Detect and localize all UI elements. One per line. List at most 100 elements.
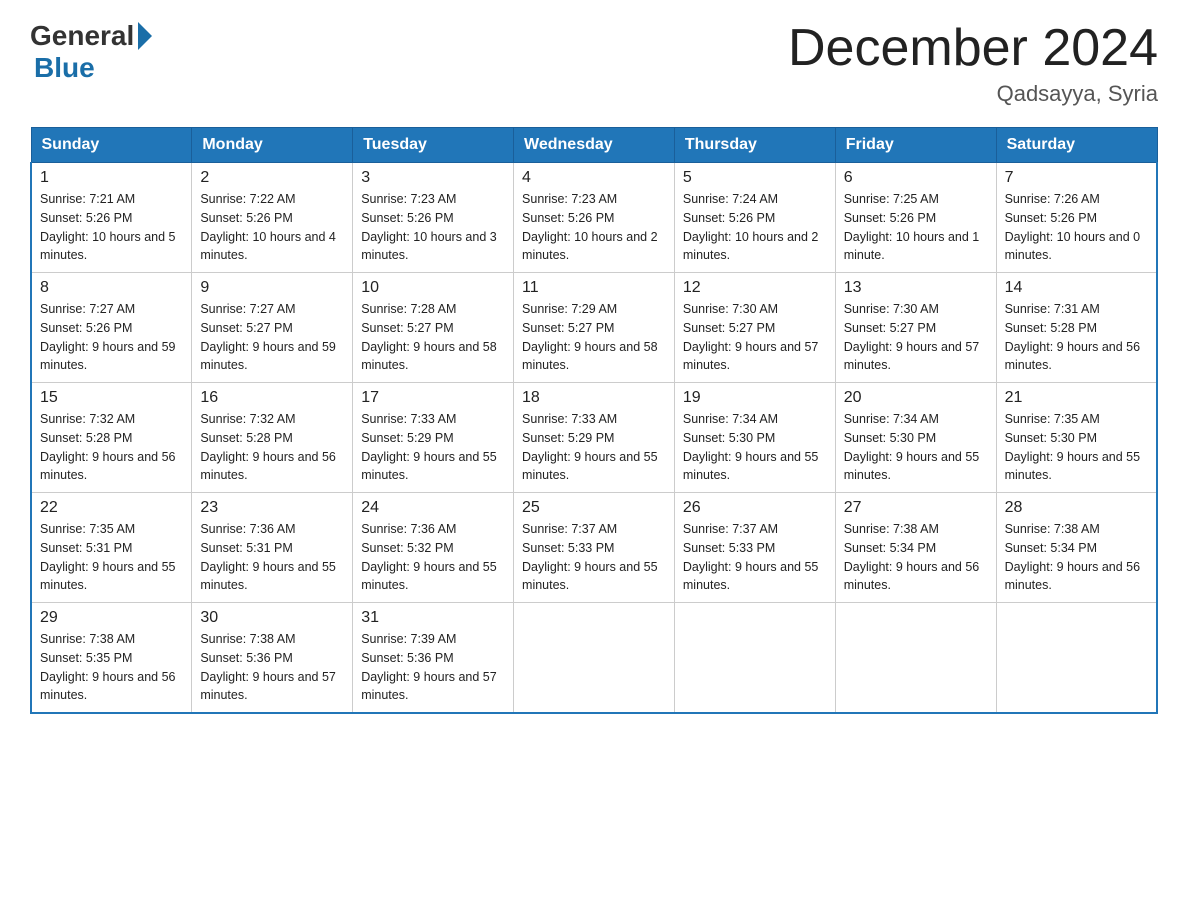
day-header-tuesday: Tuesday [353, 128, 514, 163]
day-header-saturday: Saturday [996, 128, 1157, 163]
week-row-5: 29Sunrise: 7:38 AMSunset: 5:35 PMDayligh… [31, 603, 1157, 713]
calendar-cell: 20Sunrise: 7:34 AMSunset: 5:30 PMDayligh… [835, 383, 996, 493]
day-info: Sunrise: 7:36 AMSunset: 5:32 PMDaylight:… [361, 520, 505, 595]
day-number: 22 [40, 499, 183, 517]
calendar-cell: 29Sunrise: 7:38 AMSunset: 5:35 PMDayligh… [31, 603, 192, 713]
calendar-cell: 22 Sunrise: 7:35 AMSunset: 5:31 PMDayligh… [31, 493, 192, 603]
calendar-cell: 7 Sunrise: 7:26 AMSunset: 5:26 PMDaylight… [996, 163, 1157, 273]
day-header-wednesday: Wednesday [514, 128, 675, 163]
day-info: Sunrise: 7:38 AMSunset: 5:34 PMDaylight:… [844, 520, 988, 595]
calendar-cell: 13 Sunrise: 7:30 AMSunset: 5:27 PMDayligh… [835, 273, 996, 383]
day-info: Sunrise: 7:24 AMSunset: 5:26 PMDaylight:… [683, 190, 827, 265]
day-info: Sunrise: 7:30 AMSunset: 5:27 PMDaylight:… [683, 300, 827, 375]
location-label: Qadsayya, Syria [788, 81, 1158, 107]
day-info: Sunrise: 7:38 AMSunset: 5:34 PMDaylight:… [1005, 520, 1148, 595]
day-number: 26 [683, 499, 827, 517]
day-info: Sunrise: 7:30 AMSunset: 5:27 PMDaylight:… [844, 300, 988, 375]
calendar-cell: 12 Sunrise: 7:30 AMSunset: 5:27 PMDayligh… [674, 273, 835, 383]
calendar-cell: 24 Sunrise: 7:36 AMSunset: 5:32 PMDayligh… [353, 493, 514, 603]
day-header-friday: Friday [835, 128, 996, 163]
day-number: 25 [522, 499, 666, 517]
calendar-cell [514, 603, 675, 713]
day-number: 20 [844, 389, 988, 407]
day-header-monday: Monday [192, 128, 353, 163]
day-info: Sunrise: 7:35 AMSunset: 5:31 PMDaylight:… [40, 520, 183, 595]
day-number: 28 [1005, 499, 1148, 517]
calendar-cell: 5 Sunrise: 7:24 AMSunset: 5:26 PMDaylight… [674, 163, 835, 273]
day-number: 21 [1005, 389, 1148, 407]
month-title: December 2024 [788, 20, 1158, 77]
calendar-cell: 2Sunrise: 7:22 AMSunset: 5:26 PMDaylight… [192, 163, 353, 273]
day-number: 18 [522, 389, 666, 407]
logo-general-text: General [30, 20, 134, 52]
day-info: Sunrise: 7:34 AMSunset: 5:30 PMDaylight:… [683, 410, 827, 485]
day-number: 29 [40, 609, 183, 627]
calendar-body: 1Sunrise: 7:21 AMSunset: 5:26 PMDaylight… [31, 163, 1157, 713]
calendar-cell: 10Sunrise: 7:28 AMSunset: 5:27 PMDayligh… [353, 273, 514, 383]
calendar-cell: 18 Sunrise: 7:33 AMSunset: 5:29 PMDayligh… [514, 383, 675, 493]
calendar-header: SundayMondayTuesdayWednesdayThursdayFrid… [31, 128, 1157, 163]
calendar-cell: 15Sunrise: 7:32 AMSunset: 5:28 PMDayligh… [31, 383, 192, 493]
day-number: 19 [683, 389, 827, 407]
calendar-cell: 14Sunrise: 7:31 AMSunset: 5:28 PMDayligh… [996, 273, 1157, 383]
day-header-thursday: Thursday [674, 128, 835, 163]
day-number: 12 [683, 279, 827, 297]
day-info: Sunrise: 7:37 AMSunset: 5:33 PMDaylight:… [522, 520, 666, 595]
day-info: Sunrise: 7:26 AMSunset: 5:26 PMDaylight:… [1005, 190, 1148, 265]
day-header-row: SundayMondayTuesdayWednesdayThursdayFrid… [31, 128, 1157, 163]
day-number: 27 [844, 499, 988, 517]
calendar-table: SundayMondayTuesdayWednesdayThursdayFrid… [30, 127, 1158, 714]
day-info: Sunrise: 7:35 AMSunset: 5:30 PMDaylight:… [1005, 410, 1148, 485]
day-info: Sunrise: 7:25 AMSunset: 5:26 PMDaylight:… [844, 190, 988, 265]
calendar-cell: 26 Sunrise: 7:37 AMSunset: 5:33 PMDayligh… [674, 493, 835, 603]
day-number: 8 [40, 279, 183, 297]
day-info: Sunrise: 7:32 AMSunset: 5:28 PMDaylight:… [200, 410, 344, 485]
title-section: December 2024 Qadsayya, Syria [788, 20, 1158, 107]
day-info: Sunrise: 7:37 AMSunset: 5:33 PMDaylight:… [683, 520, 827, 595]
calendar-cell: 9 Sunrise: 7:27 AMSunset: 5:27 PMDaylight… [192, 273, 353, 383]
day-number: 1 [40, 169, 183, 187]
logo-blue-text: Blue [34, 52, 95, 84]
day-info: Sunrise: 7:29 AMSunset: 5:27 PMDaylight:… [522, 300, 666, 375]
page-header: General Blue December 2024 Qadsayya, Syr… [30, 20, 1158, 107]
week-row-1: 1Sunrise: 7:21 AMSunset: 5:26 PMDaylight… [31, 163, 1157, 273]
calendar-cell: 19 Sunrise: 7:34 AMSunset: 5:30 PMDayligh… [674, 383, 835, 493]
calendar-cell: 1Sunrise: 7:21 AMSunset: 5:26 PMDaylight… [31, 163, 192, 273]
day-info: Sunrise: 7:36 AMSunset: 5:31 PMDaylight:… [200, 520, 344, 595]
day-info: Sunrise: 7:27 AMSunset: 5:26 PMDaylight:… [40, 300, 183, 375]
calendar-cell: 30 Sunrise: 7:38 AMSunset: 5:36 PMDayligh… [192, 603, 353, 713]
day-number: 17 [361, 389, 505, 407]
day-info: Sunrise: 7:38 AMSunset: 5:36 PMDaylight:… [200, 630, 344, 705]
day-number: 15 [40, 389, 183, 407]
day-info: Sunrise: 7:23 AMSunset: 5:26 PMDaylight:… [361, 190, 505, 265]
calendar-cell: 16Sunrise: 7:32 AMSunset: 5:28 PMDayligh… [192, 383, 353, 493]
calendar-cell: 27 Sunrise: 7:38 AMSunset: 5:34 PMDayligh… [835, 493, 996, 603]
day-number: 24 [361, 499, 505, 517]
day-number: 30 [200, 609, 344, 627]
day-info: Sunrise: 7:33 AMSunset: 5:29 PMDaylight:… [361, 410, 505, 485]
logo: General Blue [30, 20, 152, 84]
day-number: 5 [683, 169, 827, 187]
day-info: Sunrise: 7:39 AMSunset: 5:36 PMDaylight:… [361, 630, 505, 705]
day-number: 6 [844, 169, 988, 187]
week-row-2: 8 Sunrise: 7:27 AMSunset: 5:26 PMDaylight… [31, 273, 1157, 383]
day-info: Sunrise: 7:33 AMSunset: 5:29 PMDaylight:… [522, 410, 666, 485]
day-info: Sunrise: 7:22 AMSunset: 5:26 PMDaylight:… [200, 190, 344, 265]
day-number: 13 [844, 279, 988, 297]
calendar-cell: 31Sunrise: 7:39 AMSunset: 5:36 PMDayligh… [353, 603, 514, 713]
day-info: Sunrise: 7:23 AMSunset: 5:26 PMDaylight:… [522, 190, 666, 265]
day-number: 4 [522, 169, 666, 187]
calendar-cell: 28 Sunrise: 7:38 AMSunset: 5:34 PMDayligh… [996, 493, 1157, 603]
calendar-cell: 21 Sunrise: 7:35 AMSunset: 5:30 PMDayligh… [996, 383, 1157, 493]
calendar-cell: 23Sunrise: 7:36 AMSunset: 5:31 PMDayligh… [192, 493, 353, 603]
day-number: 7 [1005, 169, 1148, 187]
day-number: 3 [361, 169, 505, 187]
calendar-cell: 17 Sunrise: 7:33 AMSunset: 5:29 PMDayligh… [353, 383, 514, 493]
day-info: Sunrise: 7:27 AMSunset: 5:27 PMDaylight:… [200, 300, 344, 375]
calendar-cell: 6 Sunrise: 7:25 AMSunset: 5:26 PMDaylight… [835, 163, 996, 273]
day-info: Sunrise: 7:31 AMSunset: 5:28 PMDaylight:… [1005, 300, 1148, 375]
calendar-cell: 8 Sunrise: 7:27 AMSunset: 5:26 PMDaylight… [31, 273, 192, 383]
calendar-cell [835, 603, 996, 713]
day-number: 10 [361, 279, 505, 297]
day-number: 9 [200, 279, 344, 297]
